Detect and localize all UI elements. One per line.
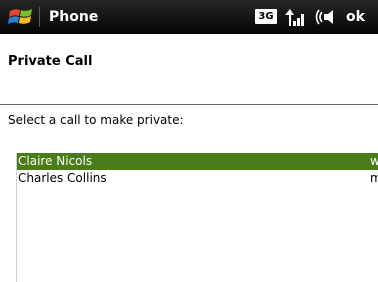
network-3g-badge: 3G [255, 9, 277, 24]
title-bar: Phone 3G ok [0, 0, 378, 34]
speaker-icon [315, 9, 333, 25]
signal-icon [285, 9, 304, 26]
windows-logo-icon[interactable] [8, 6, 34, 28]
call-list[interactable]: Claire Nicols w Charles Collins m [0, 153, 378, 282]
ok-button[interactable]: ok [346, 8, 365, 26]
call-name: Claire Nicols [18, 154, 93, 168]
call-status: w [370, 154, 378, 168]
divider [0, 104, 378, 105]
app-title: Phone [49, 9, 99, 25]
call-row-claire-nicols[interactable]: Claire Nicols w [16, 153, 378, 170]
instruction-text: Select a call to make private: [8, 113, 184, 127]
call-status: m [370, 171, 378, 185]
title-separator [39, 7, 40, 27]
list-border [16, 153, 17, 282]
call-row-charles-collins[interactable]: Charles Collins m [16, 170, 378, 187]
call-name: Charles Collins [18, 171, 107, 185]
page-title: Private Call [8, 54, 93, 69]
